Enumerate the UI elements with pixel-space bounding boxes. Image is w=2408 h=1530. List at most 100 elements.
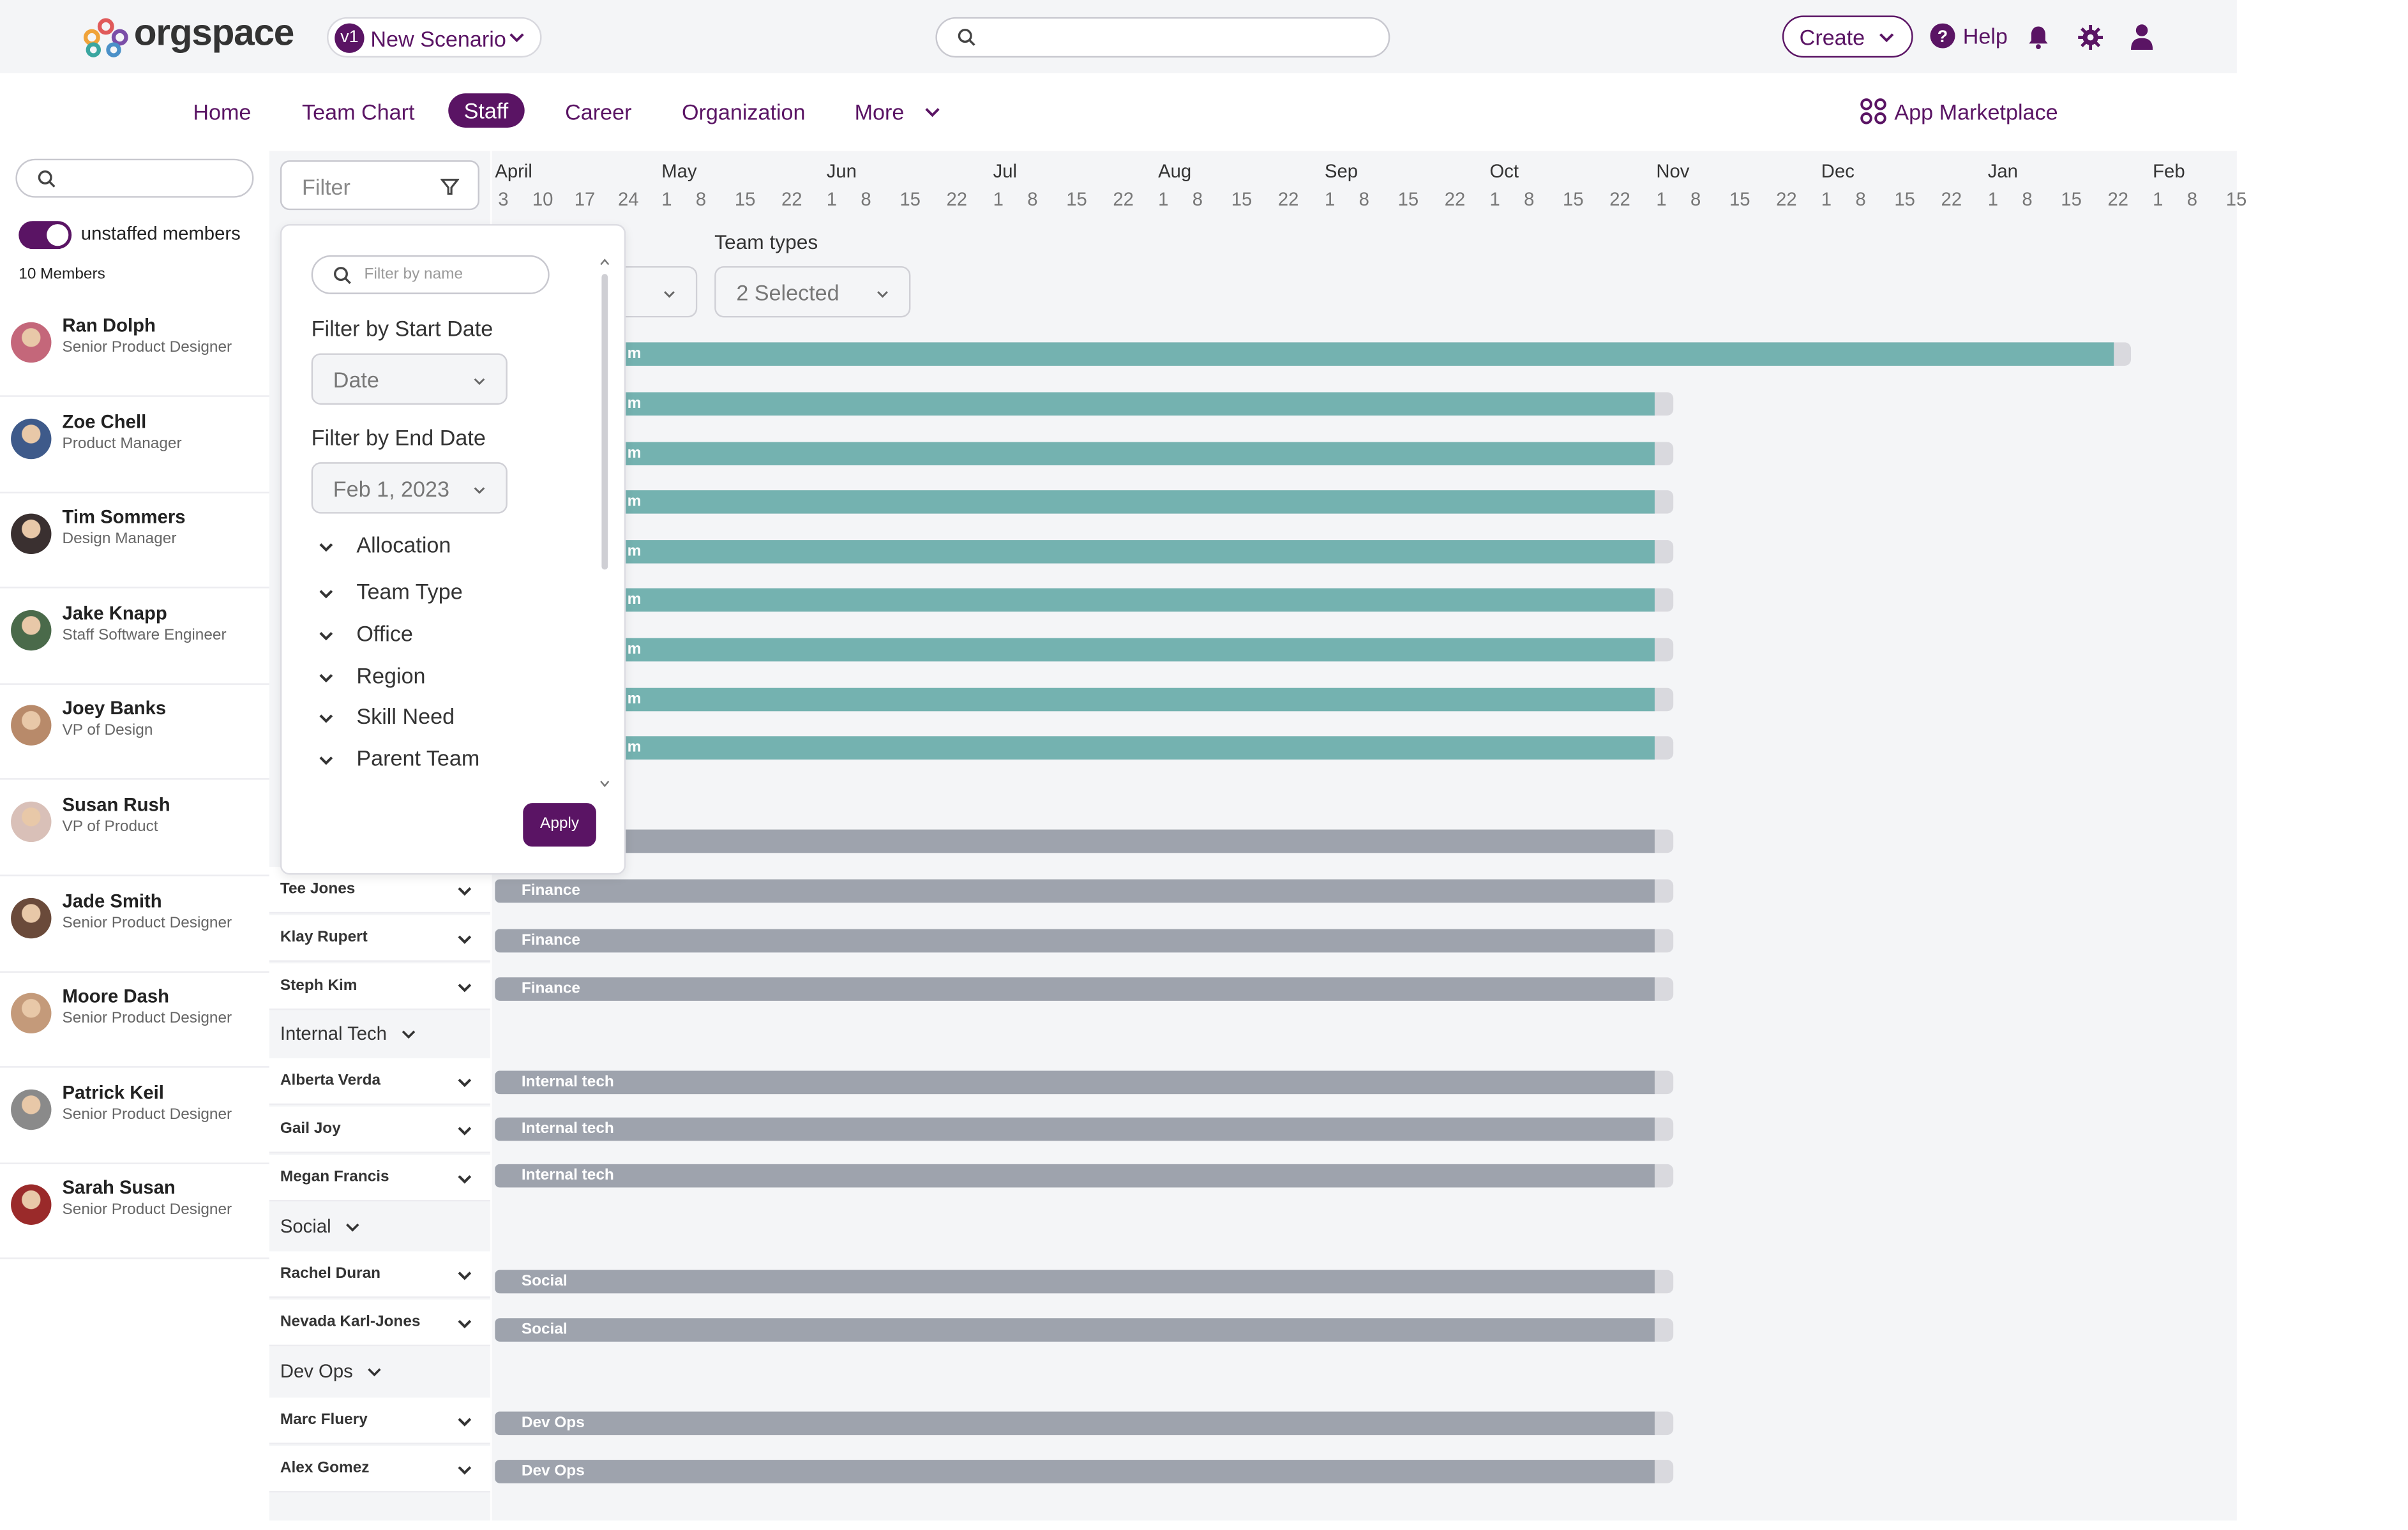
day-label: 1 (1489, 188, 1500, 211)
app-marketplace-link[interactable]: App Marketplace (1860, 98, 2058, 133)
allocation-bar[interactable]: Internal tech (495, 1117, 1674, 1141)
allocation-bar[interactable]: Dev Ops (495, 1460, 1674, 1483)
unstaffed-toggle[interactable] (19, 221, 72, 250)
filter-name-input[interactable]: Filter by name (311, 255, 550, 294)
allocation-bar[interactable]: m (495, 638, 1674, 662)
staff-row[interactable]: Nevada Karl-Jones (269, 1299, 491, 1347)
gear-icon[interactable] (2078, 25, 2103, 50)
day-label: 8 (1690, 188, 1701, 211)
allocation-bar-label: Dev Ops (521, 1463, 585, 1480)
end-date-select[interactable]: Feb 1, 2023 (311, 462, 508, 514)
allocation-bar-fill (495, 588, 1655, 612)
allocation-bar[interactable]: m (495, 588, 1674, 612)
nav-team-chart[interactable]: Team Chart (302, 100, 414, 124)
group-dev-ops[interactable]: Dev Ops (280, 1360, 382, 1382)
allocation-bar[interactable]: Social (495, 1318, 1674, 1342)
filter-section-toggle[interactable]: Allocation (317, 532, 451, 557)
allocation-bar-fill (495, 1270, 1655, 1294)
nav-home[interactable]: Home (193, 100, 251, 124)
chevron-down-icon (401, 1031, 415, 1040)
allocation-bar[interactable]: Finance (495, 929, 1674, 953)
global-search-input[interactable] (935, 17, 1390, 58)
month-label: Dec (1821, 160, 1855, 183)
chevron-down-icon (458, 887, 472, 896)
allocation-bar[interactable]: m (495, 392, 1674, 416)
day-label: 8 (1192, 188, 1203, 211)
start-date-select[interactable]: Date (311, 353, 508, 405)
create-button[interactable]: Create (1782, 15, 1913, 58)
day-label: 22 (2107, 188, 2129, 211)
avatar (11, 993, 52, 1034)
allocation-bar-label: Social (521, 1273, 568, 1291)
filter-section-label: Office (356, 620, 413, 646)
end-date-label: Filter by End Date (311, 424, 486, 450)
member-item[interactable]: Jade Smith Senior Product Designer (0, 876, 269, 972)
month-label: Sep (1324, 160, 1358, 183)
member-item[interactable]: Tim Sommers Design Manager (0, 492, 269, 589)
filter-section-toggle[interactable]: Office (317, 620, 413, 646)
filter-dropdown[interactable] (615, 266, 698, 318)
member-search-input[interactable] (15, 158, 254, 198)
nav-organization[interactable]: Organization (682, 100, 806, 124)
staff-row[interactable]: Rachel Duran (269, 1251, 491, 1298)
allocation-bar[interactable]: m (495, 342, 2132, 366)
search-icon (334, 267, 351, 284)
filter-button[interactable]: Filter (280, 160, 479, 211)
day-label: 1 (661, 188, 672, 211)
user-icon[interactable] (2131, 24, 2153, 50)
scenario-selector[interactable]: v1 New Scenario (327, 17, 542, 58)
staff-row[interactable]: Megan Francis (269, 1155, 491, 1202)
staff-row[interactable]: Alberta Verda (269, 1058, 491, 1106)
allocation-bar[interactable] (495, 829, 1674, 853)
allocation-bar[interactable]: m (495, 736, 1674, 760)
member-item[interactable]: Zoe Chell Product Manager (0, 396, 269, 493)
member-item[interactable]: Ran Dolph Senior Product Designer (0, 301, 269, 397)
member-role: Senior Product Designer (62, 1010, 232, 1028)
day-label: 10 (532, 188, 553, 211)
allocation-bar-fill (495, 829, 1655, 853)
filter-section-toggle[interactable]: Team Type (317, 579, 463, 604)
bell-icon[interactable] (2027, 25, 2051, 50)
filter-scrollbar[interactable] (596, 252, 613, 794)
allocation-bar[interactable]: m (495, 540, 1674, 564)
team-types-select[interactable]: 2 Selected (714, 266, 911, 318)
apply-button[interactable]: Apply (523, 803, 596, 847)
nav-staff[interactable]: Staff (448, 93, 524, 128)
member-item[interactable]: Patrick Keil Senior Product Designer (0, 1067, 269, 1164)
group-social[interactable]: Social (280, 1215, 361, 1237)
staff-row[interactable]: Steph Kim (269, 963, 491, 1010)
member-item[interactable]: Moore Dash Senior Product Designer (0, 971, 269, 1069)
allocation-bar[interactable]: Social (495, 1270, 1674, 1294)
allocation-bar[interactable]: Finance (495, 879, 1674, 903)
member-name: Moore Dash (62, 985, 170, 1008)
day-label: 8 (695, 188, 707, 211)
filter-section-toggle[interactable]: Skill Need (317, 703, 455, 728)
day-label: 1 (993, 188, 1004, 211)
allocation-bar[interactable]: m (495, 490, 1674, 514)
staff-row[interactable]: Klay Rupert (269, 915, 491, 962)
filter-section-toggle[interactable]: Region (317, 663, 426, 688)
day-label: 22 (946, 188, 968, 211)
staff-row[interactable]: Gail Joy (269, 1106, 491, 1153)
allocation-bar[interactable]: m (495, 442, 1674, 466)
help-button[interactable]: ? Help (1930, 23, 2008, 56)
allocation-bar[interactable]: m (495, 687, 1674, 712)
group-internal-tech[interactable]: Internal Tech (280, 1023, 416, 1044)
staff-row-name: Klay Rupert (280, 929, 368, 947)
allocation-bar[interactable]: Internal tech (495, 1164, 1674, 1188)
start-date-value: Date (333, 367, 379, 393)
allocation-bar[interactable]: Dev Ops (495, 1411, 1674, 1436)
day-label: 1 (1821, 188, 1832, 211)
allocation-bar[interactable]: Internal tech (495, 1070, 1674, 1095)
member-item[interactable]: Jake Knapp Staff Software Engineer (0, 588, 269, 685)
allocation-bar[interactable]: Finance (495, 977, 1674, 1001)
member-item[interactable]: Sarah Susan Senior Product Designer (0, 1163, 269, 1260)
member-item[interactable]: Joey Banks VP of Design (0, 684, 269, 781)
staff-row[interactable]: Marc Fluery (269, 1397, 491, 1444)
staff-row[interactable]: Alex Gomez (269, 1446, 491, 1493)
nav-more[interactable]: More (855, 100, 942, 124)
nav-career[interactable]: Career (565, 100, 631, 124)
filter-section-toggle[interactable]: Parent Team (317, 746, 479, 770)
member-item[interactable]: Susan Rush VP of Product (0, 780, 269, 876)
allocation-bar-label: m (627, 493, 642, 511)
